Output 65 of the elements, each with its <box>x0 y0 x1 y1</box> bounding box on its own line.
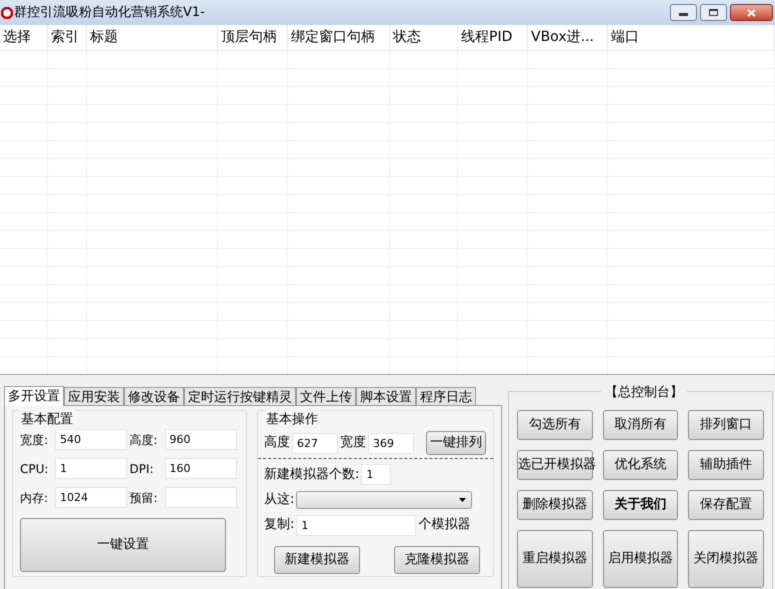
window-title: 群控引流吸粉自动化营销系统V1- <box>14 4 205 22</box>
input-field[interactable]: 540 <box>55 429 127 450</box>
console-button[interactable]: 关于我们 <box>602 490 678 520</box>
console-button[interactable]: 重启模拟器 <box>517 530 593 588</box>
input-field[interactable] <box>164 487 237 508</box>
copy-suffix: 个模拟器 <box>418 516 470 534</box>
tab[interactable]: 程序日志 <box>416 387 476 405</box>
tab[interactable]: 应用安装 <box>64 387 124 405</box>
source-dropdown[interactable] <box>296 490 472 509</box>
console-button[interactable]: 勾选所有 <box>517 410 593 440</box>
console-button[interactable]: 启用模拟器 <box>602 530 678 588</box>
field-label: 内存: <box>20 490 50 506</box>
dropdown-arrow-icon <box>459 498 466 502</box>
copy-label: 复制: <box>264 516 294 534</box>
emulator-button[interactable]: 新建模拟器 <box>274 546 360 574</box>
console-button[interactable]: 取消所有 <box>602 410 678 440</box>
width-label: 宽度 <box>340 434 366 452</box>
field-label: 宽度: <box>20 432 50 448</box>
group-title: 基本配置 <box>19 410 75 430</box>
height-label: 高度 <box>264 434 290 452</box>
field-label: 高度: <box>130 432 159 448</box>
field-label: 预留: <box>130 490 159 506</box>
minimize-icon <box>679 13 688 16</box>
tab[interactable]: 定时运行按键精灵 <box>184 387 296 405</box>
column-header[interactable]: 选择 <box>0 25 48 50</box>
console-button[interactable]: 选已开模拟器 <box>517 450 593 480</box>
count-label: 新建模拟器个数: <box>264 466 360 484</box>
input-field[interactable]: 1024 <box>55 487 127 508</box>
console-button[interactable]: 辅助插件 <box>688 450 764 480</box>
column-header[interactable]: 顶层句柄 <box>218 25 288 50</box>
close-button[interactable] <box>730 4 773 21</box>
maximize-icon <box>709 9 718 16</box>
column-header[interactable]: 端口 <box>608 25 775 50</box>
column-header[interactable]: 标题 <box>87 25 218 50</box>
close-icon <box>747 8 756 16</box>
column-header[interactable]: 绑定窗口句柄 <box>288 25 390 50</box>
copy-field[interactable]: 1 <box>296 514 416 536</box>
field-label: DPI: <box>130 460 155 478</box>
console-button[interactable]: 排列窗口 <box>688 410 764 440</box>
emulator-button[interactable]: 克隆模拟器 <box>394 546 480 574</box>
tab[interactable]: 文件上传 <box>296 387 356 405</box>
width-field[interactable]: 369 <box>368 432 414 454</box>
column-header[interactable]: 索引 <box>48 25 87 50</box>
setup-button[interactable]: 一键设置 <box>20 518 226 572</box>
console-button[interactable]: 优化系统 <box>602 450 678 480</box>
count-field[interactable]: 1 <box>361 464 392 485</box>
column-header[interactable]: 线程PID <box>458 25 528 50</box>
tab[interactable]: 修改设备 <box>124 387 184 405</box>
column-header[interactable]: 状态 <box>390 25 458 50</box>
field-label: CPU: <box>20 460 50 478</box>
console-button[interactable]: 保存配置 <box>688 490 764 520</box>
tab[interactable]: 多开设置 <box>4 386 64 406</box>
from-label: 从这: <box>264 491 294 509</box>
height-field[interactable]: 627 <box>292 432 338 454</box>
minimize-button[interactable] <box>670 4 697 21</box>
console-button[interactable]: 删除模拟器 <box>517 490 593 520</box>
app-icon <box>1 6 13 18</box>
input-field[interactable]: 1 <box>55 458 127 479</box>
column-header[interactable]: VBox进... <box>528 25 608 50</box>
console-button[interactable]: 关闭模拟器 <box>688 530 764 588</box>
input-field[interactable]: 160 <box>164 458 237 479</box>
input-field[interactable]: 960 <box>164 429 237 450</box>
tab[interactable]: 脚本设置 <box>356 387 416 405</box>
arrange-button[interactable]: 一键排列 <box>426 431 486 455</box>
maximize-button[interactable] <box>700 4 727 21</box>
